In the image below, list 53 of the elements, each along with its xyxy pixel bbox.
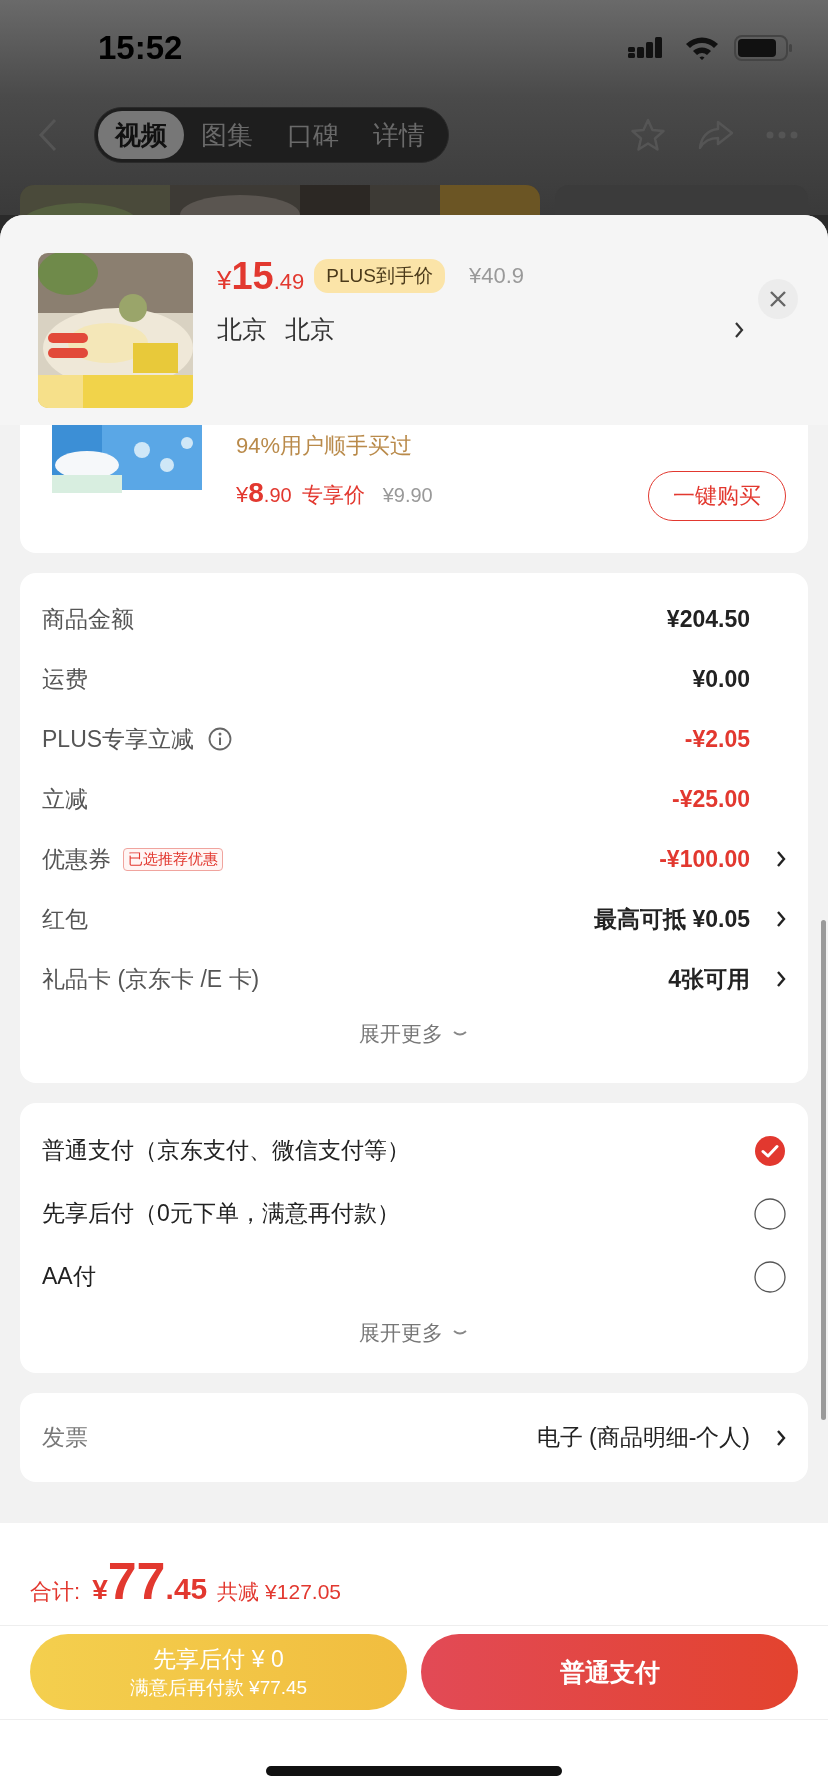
total-price: ¥77.45 bbox=[92, 1551, 208, 1611]
fee-label: PLUS专享立减 bbox=[42, 724, 195, 754]
buy-now-button[interactable]: 一键购买 bbox=[648, 471, 786, 521]
original-price: ¥9.90 bbox=[382, 484, 433, 507]
invoice-label: 发票 bbox=[42, 1423, 88, 1452]
fee-label: 立减 bbox=[42, 784, 88, 814]
info-icon[interactable] bbox=[208, 727, 233, 751]
fee-value: -¥2.05 bbox=[684, 725, 750, 753]
battery-icon bbox=[734, 34, 794, 61]
exclusive-price-label: 专享价 bbox=[301, 482, 365, 508]
radio-button[interactable] bbox=[754, 1260, 786, 1293]
media-tab[interactable]: 口碑 bbox=[270, 111, 356, 159]
expand-more-button[interactable]: 展开更多 bbox=[353, 1308, 475, 1358]
fee-value: 最高可抵 ¥0.05 bbox=[594, 904, 750, 934]
chevron-right-icon[interactable] bbox=[776, 910, 786, 928]
radio-button[interactable] bbox=[754, 1197, 786, 1230]
plus-price: ¥15.49 bbox=[217, 254, 305, 298]
purchase-note: 94%用户顺手买过 bbox=[236, 432, 414, 460]
close-icon[interactable] bbox=[769, 290, 787, 308]
fee-label: 优惠券 bbox=[42, 844, 111, 874]
fee-label: 红包 bbox=[42, 904, 88, 934]
media-tab[interactable]: 图集 bbox=[184, 111, 270, 159]
media-tab[interactable]: 详情 bbox=[356, 111, 442, 159]
original-price: ¥40.9 bbox=[469, 263, 525, 289]
location-text[interactable]: 北京 bbox=[285, 313, 335, 346]
chevron-right-icon[interactable] bbox=[776, 970, 786, 988]
close-button[interactable] bbox=[758, 279, 798, 319]
invoice-value[interactable]: 电子 (商品明细-个人) bbox=[536, 1422, 750, 1453]
radio-button[interactable] bbox=[754, 1134, 786, 1167]
media-tab[interactable]: 视频 bbox=[98, 111, 184, 159]
coupon-tag: 已选推荐优惠 bbox=[123, 847, 223, 871]
location-text[interactable]: 北京 bbox=[217, 313, 267, 346]
fee-value: 4张可用 bbox=[668, 964, 750, 994]
plus-price-badge: PLUS到手价 bbox=[314, 259, 445, 293]
total-discount: 共减 ¥127.05 bbox=[217, 1579, 341, 1605]
chevron-right-icon[interactable] bbox=[734, 320, 744, 339]
expand-more-button[interactable]: 展开更多 bbox=[353, 1009, 475, 1059]
fee-label: 运费 bbox=[42, 664, 88, 694]
payment-option-label[interactable]: 普通支付（京东支付、微信支付等） bbox=[42, 1135, 410, 1166]
pay-button[interactable]: 普通支付 bbox=[421, 1634, 798, 1710]
fee-value: ¥0.00 bbox=[692, 665, 750, 693]
chevron-right-icon[interactable] bbox=[776, 1428, 786, 1447]
payment-option-label[interactable]: AA付 bbox=[42, 1261, 96, 1292]
fee-value: -¥100.00 bbox=[659, 845, 750, 873]
status-time: 15:52 bbox=[98, 28, 183, 67]
fee-label: 商品金额 bbox=[42, 604, 134, 634]
fee-value: ¥204.50 bbox=[666, 605, 750, 633]
fee-label: 礼品卡 (京东卡 /E 卡) bbox=[42, 964, 260, 994]
fee-value: -¥25.00 bbox=[672, 785, 750, 813]
chevron-right-icon[interactable] bbox=[776, 850, 786, 868]
total-label: 合计: bbox=[30, 1578, 81, 1606]
payment-option-label[interactable]: 先享后付（0元下单，满意再付款） bbox=[42, 1198, 400, 1229]
exclusive-price: ¥8.90 bbox=[236, 477, 292, 509]
